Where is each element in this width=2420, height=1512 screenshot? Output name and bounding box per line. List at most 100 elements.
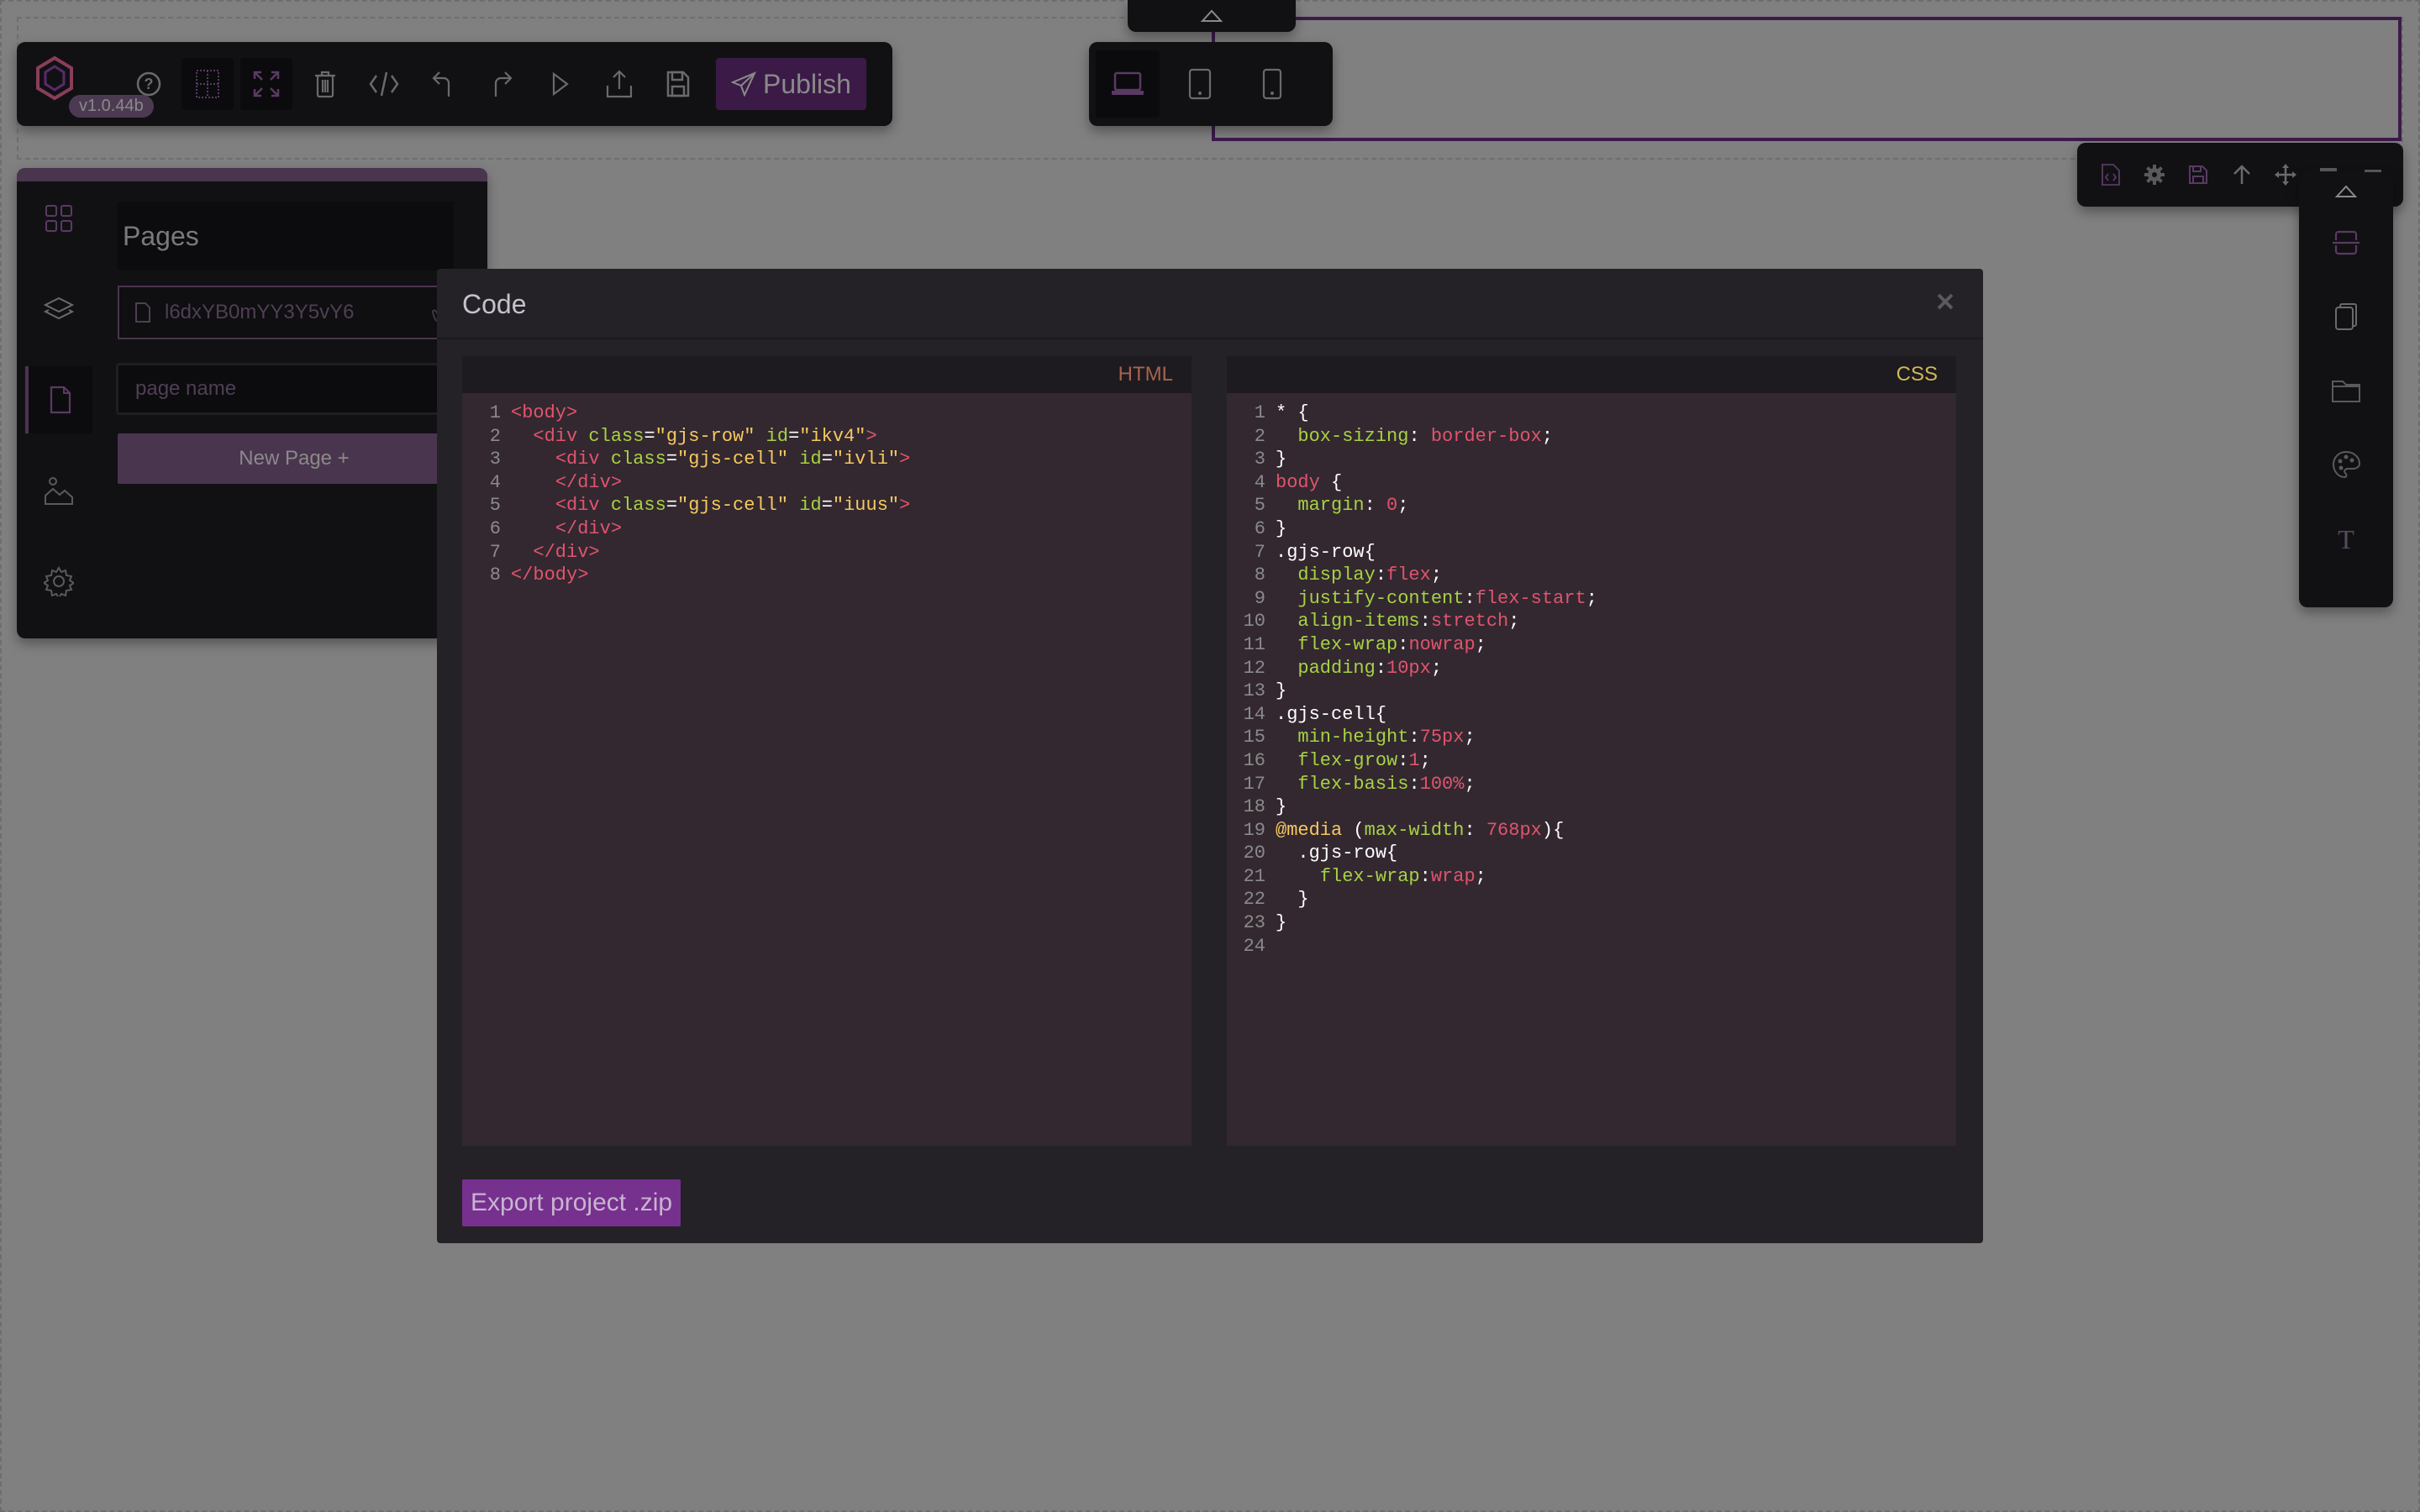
page-name-input[interactable] bbox=[116, 363, 486, 415]
sidebar-item-pages[interactable] bbox=[25, 366, 92, 433]
line-number: 13 bbox=[1243, 680, 1265, 702]
copy-button[interactable] bbox=[2321, 291, 2371, 342]
css-code-line: 5 margin: 0; bbox=[1227, 494, 1956, 517]
css-code[interactable]: 1 * {2 box-sizing: border-box; 3} 4 body {5 … bbox=[1227, 393, 1956, 958]
device-mobile-button[interactable] bbox=[1240, 50, 1304, 118]
code-token: } bbox=[1297, 889, 1309, 911]
file-code-icon bbox=[2102, 164, 2120, 186]
logo-icon bbox=[36, 55, 73, 101]
code-modal: Code HTML 1 <body> 2 <div class = "gjs-row" … bbox=[437, 269, 1983, 1243]
preview-button[interactable] bbox=[534, 58, 587, 110]
css-code-editor[interactable]: CSS 1 * {2 box-sizing: border-box; 3} 4 body… bbox=[1227, 356, 1956, 1146]
device-desktop-button[interactable] bbox=[1096, 50, 1160, 118]
version-badge: v1.0.44b bbox=[69, 95, 154, 118]
css-editor-label: CSS bbox=[1227, 356, 1956, 393]
sidebar-item-blocks[interactable] bbox=[25, 185, 92, 252]
trash-icon bbox=[315, 71, 335, 98]
code-token: <body> bbox=[511, 402, 578, 423]
select-parent-button[interactable] bbox=[2227, 160, 2257, 190]
typography-button[interactable]: T bbox=[2321, 513, 2371, 564]
app-logo: v1.0.44b bbox=[34, 55, 154, 118]
code-token: ){ bbox=[1541, 819, 1565, 841]
line-number: 2 bbox=[1254, 425, 1265, 447]
palette-icon bbox=[2332, 450, 2360, 479]
folder-button[interactable] bbox=[2321, 365, 2371, 416]
code-token: > bbox=[899, 495, 911, 517]
component-save-button[interactable] bbox=[2183, 160, 2213, 190]
code-token: </div> bbox=[533, 541, 600, 563]
component-code-button[interactable] bbox=[2096, 160, 2126, 190]
selected-row-frame[interactable] bbox=[1212, 17, 2402, 141]
code-token: flex bbox=[1386, 564, 1431, 586]
code-token: > bbox=[899, 449, 911, 470]
toggle-outlines-button[interactable] bbox=[182, 58, 234, 110]
theme-button[interactable] bbox=[2321, 439, 2371, 490]
code-token: padding bbox=[1297, 657, 1376, 679]
code-token: class bbox=[610, 495, 666, 517]
line-number: 4 bbox=[1254, 471, 1265, 493]
view-code-button[interactable] bbox=[358, 58, 410, 110]
code-token: : bbox=[1419, 865, 1431, 887]
new-page-button[interactable]: New Page + bbox=[118, 433, 471, 484]
section-icon bbox=[2333, 230, 2360, 255]
line-number: 7 bbox=[489, 541, 501, 563]
component-settings-button[interactable] bbox=[2139, 160, 2170, 190]
save-button[interactable] bbox=[652, 58, 704, 110]
css-code-line: 14 .gjs-cell{ bbox=[1227, 703, 1956, 727]
publish-label: Publish bbox=[763, 68, 851, 99]
import-button[interactable] bbox=[593, 58, 645, 110]
code-token: id bbox=[799, 495, 822, 517]
clear-canvas-button[interactable] bbox=[299, 58, 351, 110]
sidebar-item-settings[interactable] bbox=[25, 548, 92, 615]
sidebar-item-assets[interactable] bbox=[25, 457, 92, 524]
code-token: > bbox=[865, 425, 877, 447]
move-handle[interactable] bbox=[2270, 160, 2301, 190]
right-panel: T bbox=[2299, 172, 2393, 607]
main-toolbar: v1.0.44b ? Publish bbox=[17, 42, 892, 126]
close-modal-button[interactable] bbox=[1933, 289, 1958, 314]
redo-button[interactable] bbox=[476, 58, 528, 110]
line-number: 18 bbox=[1243, 796, 1265, 818]
publish-button[interactable]: Publish bbox=[716, 58, 866, 110]
code-token: } bbox=[1276, 449, 1287, 470]
device-tablet-button[interactable] bbox=[1168, 50, 1232, 118]
line-number: 15 bbox=[1243, 727, 1265, 748]
css-code-line: 3} bbox=[1227, 448, 1956, 471]
page-icon bbox=[50, 386, 71, 414]
collapse-right-panel-button[interactable] bbox=[2321, 179, 2371, 204]
code-token: body bbox=[1276, 471, 1320, 493]
code-token: = bbox=[821, 449, 833, 470]
html-code-line: 4 </div> bbox=[462, 471, 1192, 495]
pages-title: Pages bbox=[118, 202, 454, 270]
code-token: class bbox=[588, 425, 644, 447]
page-list-item[interactable]: l6dxYB0mYY3Y5vY6 bbox=[118, 286, 471, 339]
line-number: 9 bbox=[1254, 587, 1265, 609]
code-token: } bbox=[1276, 680, 1287, 702]
line-number: 16 bbox=[1243, 749, 1265, 771]
redo-icon bbox=[494, 71, 513, 97]
page-item-name: l6dxYB0mYY3Y5vY6 bbox=[165, 301, 355, 323]
code-token: : bbox=[1408, 727, 1420, 748]
line-number: 4 bbox=[489, 471, 501, 493]
css-code-line: 11 flex-wrap: nowrap; bbox=[1227, 633, 1956, 657]
export-project-button[interactable]: Export project .zip bbox=[462, 1179, 681, 1226]
line-number: 1 bbox=[1254, 402, 1265, 423]
code-token: = bbox=[666, 495, 678, 517]
page-icon bbox=[135, 302, 150, 323]
style-manager-button[interactable] bbox=[2321, 218, 2371, 268]
paper-plane-icon bbox=[731, 71, 756, 97]
sidebar-item-layers[interactable] bbox=[25, 276, 92, 343]
css-code-line: 1 * { bbox=[1227, 402, 1956, 425]
fullscreen-button[interactable] bbox=[240, 58, 292, 110]
html-code-editor[interactable]: HTML 1 <body> 2 <div class = "gjs-row" id = "i… bbox=[462, 356, 1192, 1146]
html-code[interactable]: 1 <body> 2 <div class = "gjs-row" id = "ikv4" >… bbox=[462, 393, 1192, 587]
css-code-line: 6} bbox=[1227, 517, 1956, 541]
code-token: : bbox=[1464, 819, 1486, 841]
undo-button[interactable] bbox=[417, 58, 469, 110]
line-number: 20 bbox=[1243, 843, 1265, 864]
collapse-devices-tab[interactable] bbox=[1128, 0, 1296, 32]
